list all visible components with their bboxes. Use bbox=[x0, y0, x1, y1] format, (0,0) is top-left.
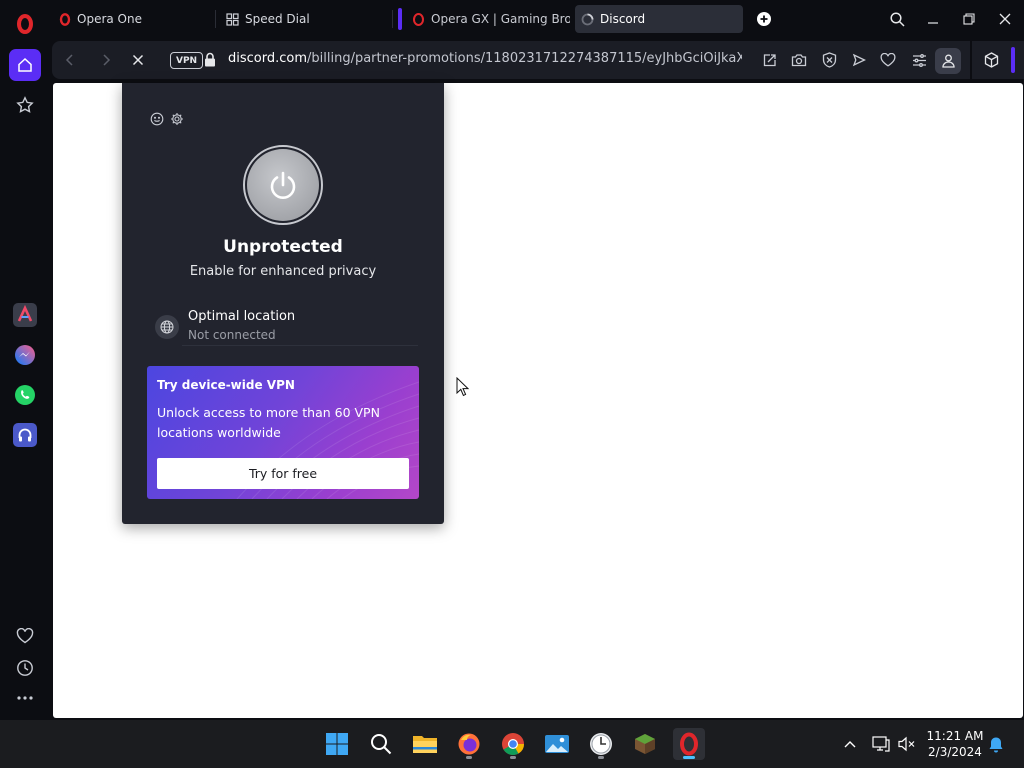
vpn-status-title: Unprotected bbox=[223, 237, 343, 257]
aria-icon[interactable] bbox=[9, 299, 41, 331]
stop-loading-icon[interactable] bbox=[128, 50, 148, 70]
smiley-icon[interactable] bbox=[150, 111, 164, 126]
url-host: discord.com bbox=[228, 51, 308, 66]
lock-icon[interactable] bbox=[204, 52, 218, 68]
send-icon[interactable] bbox=[850, 51, 868, 69]
speed-dial-icon bbox=[226, 12, 239, 26]
firefox-icon[interactable] bbox=[453, 728, 485, 760]
tab-label: Speed Dial bbox=[245, 12, 310, 26]
settings-gear-icon[interactable] bbox=[170, 111, 184, 125]
try-for-free-button[interactable]: Try for free bbox=[157, 458, 409, 489]
divider bbox=[182, 345, 418, 346]
file-explorer-icon[interactable] bbox=[409, 728, 441, 760]
promo-title: Try device-wide VPN bbox=[157, 378, 295, 392]
chrome-icon[interactable] bbox=[497, 728, 529, 760]
profile-icon[interactable] bbox=[935, 48, 961, 74]
loading-spinner-icon bbox=[581, 13, 594, 26]
vpn-status-subtitle: Enable for enhanced privacy bbox=[189, 264, 377, 279]
bookmark-heart-icon[interactable] bbox=[879, 51, 897, 69]
globe-icon bbox=[155, 315, 179, 339]
tab-opera-one[interactable]: Opera One bbox=[52, 5, 212, 33]
opera-icon[interactable] bbox=[673, 728, 705, 760]
tab-separator bbox=[215, 10, 216, 28]
share-icon[interactable] bbox=[760, 51, 778, 69]
clock-date: 2/3/2024 bbox=[928, 745, 982, 759]
opera-menu-icon[interactable] bbox=[11, 9, 39, 37]
tab-opera-gx[interactable]: Opera GX | Gaming Brows bbox=[406, 5, 570, 33]
address-field[interactable]: discord.com/billing/partner-promotions/1… bbox=[228, 51, 742, 66]
close-window-icon[interactable] bbox=[994, 8, 1016, 30]
promo-text: Unlock access to more than 60 VPN locati… bbox=[157, 405, 380, 440]
system-clock[interactable]: 11:21 AM 2/3/2024 bbox=[922, 728, 988, 760]
tab-search-icon[interactable] bbox=[886, 8, 908, 30]
tab-label: Opera GX | Gaming Brows bbox=[431, 12, 570, 26]
messenger-icon[interactable] bbox=[9, 339, 41, 371]
photos-icon[interactable] bbox=[541, 728, 573, 760]
easy-setup-icon[interactable] bbox=[910, 51, 928, 69]
location-status: Not connected bbox=[188, 328, 276, 342]
vpn-popup: Unprotected Enable for enhanced privacy … bbox=[122, 83, 444, 524]
tab-discord[interactable]: Discord bbox=[575, 5, 743, 33]
notification-bell-icon[interactable] bbox=[986, 734, 1006, 754]
back-icon[interactable] bbox=[60, 50, 80, 70]
new-tab-button[interactable] bbox=[754, 9, 774, 29]
clock-app-icon[interactable] bbox=[585, 728, 617, 760]
running-indicator bbox=[510, 756, 516, 759]
volume-muted-icon[interactable] bbox=[897, 734, 917, 754]
more-icon[interactable] bbox=[9, 682, 41, 714]
minimize-icon[interactable] bbox=[922, 8, 944, 30]
tab-separator bbox=[392, 10, 393, 28]
heart-icon[interactable] bbox=[9, 620, 41, 652]
opera-gx-icon bbox=[412, 12, 425, 26]
tab-label: Opera One bbox=[77, 12, 142, 26]
home-icon[interactable] bbox=[9, 49, 41, 81]
location-selector[interactable]: Optimal location Not connected bbox=[155, 307, 417, 347]
history-icon[interactable] bbox=[9, 652, 41, 684]
power-icon bbox=[247, 149, 319, 221]
tab-speed-dial[interactable]: Speed Dial bbox=[220, 5, 388, 33]
forward-icon[interactable] bbox=[96, 50, 116, 70]
location-name: Optimal location bbox=[188, 309, 296, 324]
opera-icon bbox=[58, 12, 71, 26]
network-icon[interactable] bbox=[871, 734, 891, 754]
restore-icon[interactable] bbox=[958, 8, 980, 30]
sidebar bbox=[0, 38, 50, 720]
mouse-cursor-icon bbox=[456, 376, 470, 397]
star-icon[interactable] bbox=[9, 89, 41, 121]
search-icon[interactable] bbox=[365, 728, 397, 760]
taskbar: 11:21 AM 2/3/2024 bbox=[0, 720, 1024, 768]
workspace-accent bbox=[398, 8, 402, 30]
music-player-icon[interactable] bbox=[9, 419, 41, 451]
url-path: /billing/partner-promotions/118023171227… bbox=[307, 51, 742, 66]
chevron-up-icon[interactable] bbox=[840, 734, 860, 754]
address-toolbar: VPN discord.com/billing/partner-promotio… bbox=[52, 41, 1024, 79]
vpn-badge-button[interactable]: VPN bbox=[170, 52, 204, 69]
tab-strip: Opera One Speed Dial Opera GX | Gaming B… bbox=[0, 0, 1024, 38]
camera-icon[interactable] bbox=[790, 51, 808, 69]
clock-time: 11:21 AM bbox=[926, 729, 984, 743]
windows-start-icon[interactable] bbox=[321, 728, 353, 760]
ad-blocker-icon[interactable] bbox=[820, 51, 838, 69]
tab-label: Discord bbox=[600, 12, 646, 26]
vpn-power-button[interactable] bbox=[243, 145, 323, 225]
running-indicator bbox=[598, 756, 604, 759]
whatsapp-icon[interactable] bbox=[9, 379, 41, 411]
promo-card: Try device-wide VPN Unlock access to mor… bbox=[147, 366, 419, 499]
workspace-accent-right bbox=[1011, 47, 1015, 73]
minecraft-icon[interactable] bbox=[629, 728, 661, 760]
extensions-icon[interactable] bbox=[982, 51, 1000, 69]
active-indicator bbox=[683, 756, 695, 759]
toolbar-divider bbox=[970, 41, 972, 79]
running-indicator bbox=[466, 756, 472, 759]
